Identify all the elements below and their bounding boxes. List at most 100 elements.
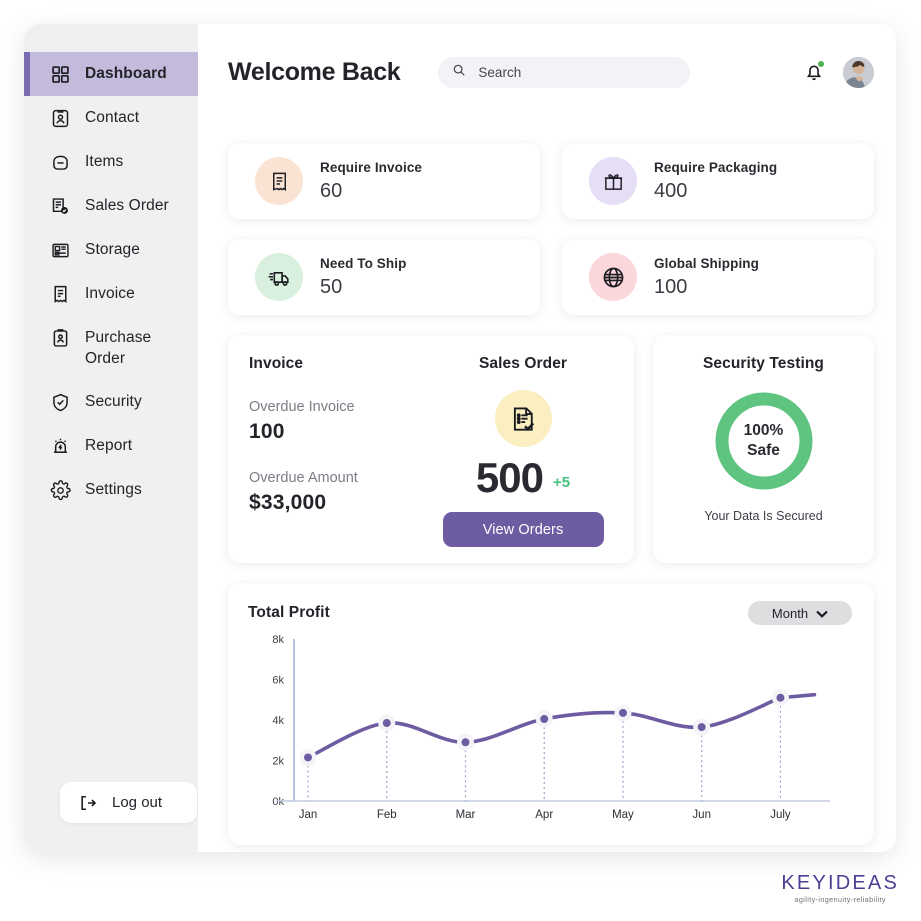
stat-card-grid: Require Invoice 60 Require Packaging 400 — [228, 143, 874, 315]
sidebar-item-contact[interactable]: Contact — [24, 96, 198, 140]
sidebar-item-label: Items — [85, 153, 124, 170]
search-box[interactable] — [438, 56, 691, 88]
overdue-amount-label: Overdue Amount — [249, 470, 358, 486]
sidebar-item-sales-order[interactable]: Sales Order — [24, 184, 198, 228]
main-content: Welcome Back Search Require Invoice 60 R… — [198, 24, 896, 852]
notification-badge — [818, 61, 824, 67]
sidebar-item-label: Settings — [85, 481, 142, 498]
topbar: Welcome Back — [228, 24, 874, 120]
security-title: Security Testing — [702, 355, 825, 372]
overdue-invoice-value: 100 — [249, 420, 285, 443]
brand-logo: KEYIDEAS agility-ingenuity-reliability — [781, 873, 899, 903]
invoice-icon — [50, 284, 71, 305]
sidebar-item-label: Sales Order — [85, 197, 169, 214]
svg-text:8k: 8k — [272, 634, 284, 646]
logout-icon — [78, 793, 99, 814]
logout-label: Log out — [112, 794, 163, 811]
brand-tagline: agility-ingenuity-reliability — [794, 894, 886, 904]
period-select-label: Month — [771, 605, 809, 621]
document-check-icon — [494, 390, 552, 447]
security-gauge-text: 100% Safe — [712, 389, 816, 493]
period-select[interactable]: Month — [748, 601, 852, 625]
notification-bell-icon[interactable] — [803, 60, 825, 84]
stat-value: 100 — [654, 275, 688, 298]
middle-row: Invoice Overdue Invoice 100 Overdue Amou… — [228, 335, 874, 563]
chart-plot: 0k 2k 4k 6k 8k Jan Feb Mar Apr May Jun July — [248, 631, 852, 831]
avatar[interactable] — [843, 56, 874, 88]
sales-number-row: 500 +5 — [476, 455, 570, 501]
sidebar-item-security[interactable]: Security — [24, 380, 198, 424]
alarm-report-icon — [50, 436, 71, 457]
sidebar-item-label: Purchase Order — [85, 329, 152, 367]
truck-icon — [255, 253, 303, 301]
view-orders-button[interactable]: View Orders — [442, 512, 604, 547]
storage-icon — [50, 240, 71, 261]
sales-order-title: Sales Order — [478, 355, 568, 372]
overdue-amount-value: $33,000 — [249, 491, 327, 514]
sidebar-item-label: Contact — [85, 109, 140, 126]
overdue-invoice-label: Overdue Invoice — [249, 399, 355, 415]
gauge-status-label: Safe — [747, 442, 780, 459]
svg-text:0k: 0k — [272, 796, 284, 808]
svg-text:Apr: Apr — [535, 809, 553, 821]
sidebar-item-purchase-order[interactable]: Purchase Order — [24, 316, 198, 380]
sidebar-item-dashboard[interactable]: Dashboard — [24, 52, 198, 96]
invoice-section: Invoice Overdue Invoice 100 Overdue Amou… — [249, 355, 434, 563]
invoice-title: Invoice — [249, 355, 304, 372]
security-testing-card: Security Testing 100% Safe Your Data Is … — [653, 335, 874, 563]
sales-order-section: Sales Order 500 +5 View Orders — [434, 355, 612, 563]
svg-text:July: July — [770, 809, 791, 821]
chart-title: Total Profit — [248, 604, 330, 621]
stat-label: Require Packaging — [654, 159, 778, 175]
shield-check-icon — [50, 392, 71, 413]
stat-card-require-packaging[interactable]: Require Packaging 400 — [562, 143, 874, 219]
page-title: Welcome Back — [228, 57, 401, 86]
sidebar-item-storage[interactable]: Storage — [24, 228, 198, 272]
svg-text:6k: 6k — [272, 675, 284, 687]
svg-text:2k: 2k — [272, 756, 284, 768]
security-caption: Your Data Is Secured — [704, 509, 823, 523]
order-check-icon — [50, 196, 71, 217]
sidebar-item-settings[interactable]: Settings — [24, 468, 198, 512]
security-gauge: 100% Safe — [712, 389, 816, 493]
receipt-icon — [255, 157, 303, 205]
chart-header: Total Profit Month — [248, 601, 852, 625]
stat-value: 60 — [320, 179, 343, 202]
svg-text:May: May — [612, 809, 634, 821]
sales-order-delta: +5 — [552, 474, 571, 491]
sidebar-item-items[interactable]: Items — [24, 140, 198, 184]
svg-text:4k: 4k — [272, 715, 284, 727]
stat-value: 50 — [320, 275, 343, 298]
logout-button[interactable]: Log out — [60, 782, 197, 823]
search-input[interactable] — [478, 64, 677, 80]
stat-value: 400 — [654, 179, 688, 202]
svg-text:Mar: Mar — [456, 809, 476, 821]
line-chart-svg: 0k 2k 4k 6k 8k Jan Feb Mar Apr May Jun July — [272, 634, 830, 821]
sidebar-item-label: Storage — [85, 241, 140, 258]
stat-label: Require Invoice — [320, 159, 423, 175]
svg-text:Feb: Feb — [377, 809, 397, 821]
stat-card-global-shipping[interactable]: Global Shipping 100 — [562, 239, 874, 315]
chevron-down-icon — [816, 606, 828, 621]
sidebar-item-report[interactable]: Report — [24, 424, 198, 468]
svg-text:Jan: Jan — [299, 809, 318, 821]
sidebar-item-label: Invoice — [85, 285, 135, 302]
bag-icon — [50, 152, 71, 173]
invoice-sales-card: Invoice Overdue Invoice 100 Overdue Amou… — [228, 335, 634, 563]
topbar-actions — [803, 56, 874, 88]
search-icon — [452, 63, 466, 82]
sidebar: Dashboard Contact Items Sales Order Stor… — [24, 24, 198, 852]
svg-text:Jun: Jun — [692, 809, 711, 821]
stat-label: Need To Ship — [320, 255, 407, 271]
sidebar-item-invoice[interactable]: Invoice — [24, 272, 198, 316]
gear-icon — [50, 480, 71, 501]
contact-card-icon — [50, 108, 71, 129]
app-window: Dashboard Contact Items Sales Order Stor… — [24, 24, 896, 852]
stat-card-need-to-ship[interactable]: Need To Ship 50 — [228, 239, 540, 315]
gift-box-icon — [589, 157, 637, 205]
stat-label: Global Shipping — [654, 255, 759, 271]
total-profit-chart-card: Total Profit Month 0k 2k 4k 6k 8k Jan Feb Mar Ap… — [228, 583, 874, 845]
sales-order-value: 500 — [475, 454, 544, 501]
stat-card-require-invoice[interactable]: Require Invoice 60 — [228, 143, 540, 219]
brand-name: KEYIDEAS — [781, 871, 899, 894]
